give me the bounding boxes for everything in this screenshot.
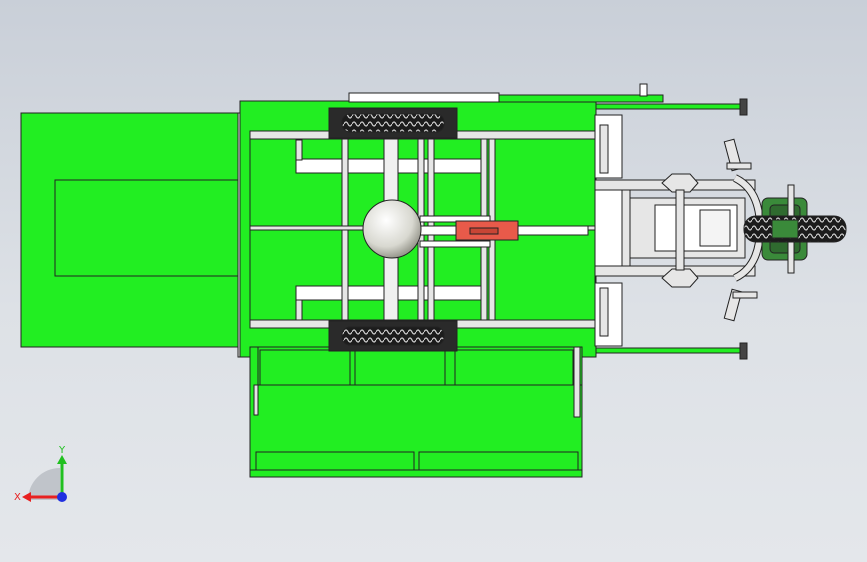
coordinate-triad: Y X [14,445,67,503]
differential-housing [362,199,422,259]
cad-viewport[interactable]: Y X [0,0,867,562]
rear-cargo-box [20,112,251,358]
x-axis-label: X [14,492,21,503]
rear-wheel-top [328,107,458,139]
front-wheel [743,184,847,274]
y-axis-label: Y [58,445,66,456]
z-axis-dot [57,492,67,502]
rear-wheel-bottom [328,320,458,352]
side-cargo-extension [249,346,583,478]
tricycle-model-top-view[interactable]: Y X [0,0,867,562]
